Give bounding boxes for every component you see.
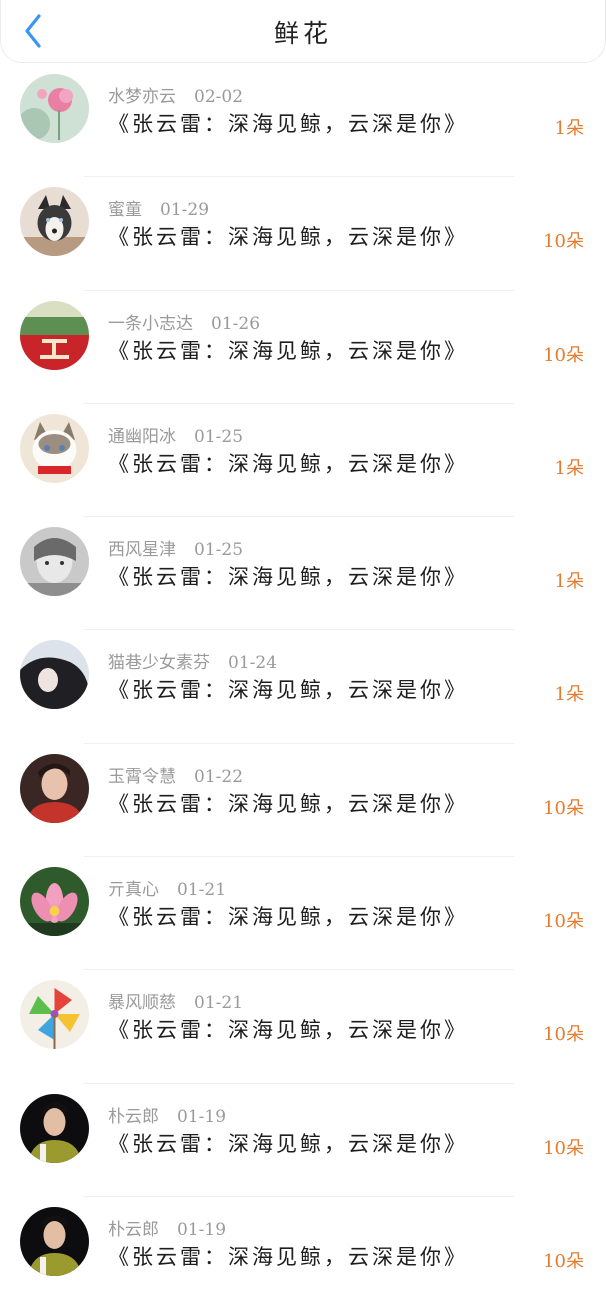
send-date: 01-25: [194, 540, 244, 561]
send-date: 01-21: [194, 993, 244, 1014]
list-item[interactable]: 暴风顺慈 01-21 《张云雷：深海见鲸，云深是你》 10朵: [0, 970, 606, 1084]
list-item[interactable]: 玉霄令慧 01-22 《张云雷：深海见鲸，云深是你》 10朵: [0, 744, 606, 858]
avatar[interactable]: [20, 980, 89, 1050]
work-title: 《张云雷：深海见鲸，云深是你》: [108, 225, 468, 250]
avatar[interactable]: [20, 1093, 89, 1163]
sender-name: 朴云郎: [108, 1219, 159, 1240]
work-title: 《张云雷：深海见鲸，云深是你》: [108, 1244, 468, 1269]
flower-count: 1朵: [554, 571, 584, 593]
list-item[interactable]: 猫巷少女素芬 01-24 《张云雷：深海见鲸，云深是你》 1朵: [0, 630, 606, 744]
flower-count: 1朵: [554, 118, 584, 139]
page-title: 鲜花: [273, 19, 332, 48]
avatar[interactable]: [20, 1206, 89, 1276]
list-item[interactable]: 通幽阳冰 01-25 《张云雷：深海见鲸，云深是你》 1朵: [0, 404, 606, 518]
avatar[interactable]: [20, 300, 89, 370]
work-title: 《张云雷：深海见鲸，云深是你》: [108, 112, 468, 136]
send-date: 01-19: [177, 1219, 227, 1240]
work-title: 《张云雷：深海见鲸，云深是你》: [108, 451, 468, 476]
work-title: 《张云雷：深海见鲸，云深是你》: [108, 1018, 468, 1043]
work-title: 《张云雷：深海见鲸，云深是你》: [108, 565, 468, 590]
send-date: 01-26: [211, 313, 261, 334]
sender-name: 通幽阳冰: [108, 426, 176, 447]
sender-line: 朴云郎 01-19: [108, 1215, 226, 1240]
work-title: 《张云雷：深海见鲸，云深是你》: [108, 791, 468, 816]
send-date: 01-21: [177, 880, 227, 901]
flower-count: 10朵: [543, 1250, 584, 1272]
list-item[interactable]: 蜜童 01-29 《张云雷：深海见鲸，云深是你》 10朵: [0, 177, 606, 291]
work-title: 《张云雷：深海见鲸，云深是你》: [108, 338, 468, 363]
flower-count: 1朵: [554, 457, 584, 479]
sender-line: 暴风顺慈 01-21: [108, 988, 243, 1013]
sender-line: 亓真心 01-21: [108, 875, 226, 900]
sender-name: 玉霄令慧: [108, 766, 176, 787]
list-item[interactable]: 一条小志达 01-26 《张云雷：深海见鲸，云深是你》 10朵: [0, 291, 606, 404]
work-title: 《张云雷：深海见鲸，云深是你》: [108, 905, 468, 930]
avatar[interactable]: [20, 640, 89, 710]
flower-count: 1朵: [554, 684, 584, 706]
list-item[interactable]: 朴云郎 01-19 《张云雷：深海见鲸，云深是你》 10朵: [0, 1084, 606, 1197]
sender-name: 朴云郎: [108, 1106, 159, 1127]
top-bar: 鲜花: [0, 0, 606, 63]
avatar[interactable]: [20, 187, 89, 257]
send-date: 01-24: [228, 653, 278, 674]
sender-line: 玉霄令慧 01-22: [108, 762, 243, 787]
list-item[interactable]: 水梦亦云 02-02 《张云雷：深海见鲸，云深是你》 1朵: [0, 64, 606, 178]
sender-name: 一条小志达: [108, 313, 193, 334]
flower-gift-list: 水梦亦云 02-02 《张云雷：深海见鲸，云深是你》 1朵 蜜童 01-29 《张云…: [0, 64, 606, 1310]
sender-name: 西风星津: [108, 540, 176, 561]
sender-name: 水梦亦云: [108, 87, 176, 107]
list-item[interactable]: 西风星津 01-25 《张云雷：深海见鲸，云深是你》 1朵: [0, 517, 606, 631]
flower-count: 10朵: [543, 344, 584, 366]
list-item[interactable]: 朴云郎 01-19 《张云雷：深海见鲸，云深是你》 10朵: [0, 1197, 606, 1310]
send-date: 02-02: [194, 87, 244, 107]
avatar[interactable]: [20, 753, 89, 823]
flower-count: 10朵: [543, 1024, 584, 1046]
avatar[interactable]: [20, 527, 89, 597]
sender-line: 朴云郎 01-19: [108, 1102, 226, 1127]
sender-line: 通幽阳冰 01-25: [108, 422, 243, 447]
flower-count: 10朵: [543, 797, 584, 819]
sender-name: 亓真心: [108, 880, 159, 901]
avatar[interactable]: [20, 74, 89, 143]
sender-name: 猫巷少女素芬: [108, 653, 210, 674]
list-item[interactable]: 亓真心 01-21 《张云雷：深海见鲸，云深是你》 10朵: [0, 857, 606, 971]
flower-count: 10朵: [543, 1137, 584, 1159]
work-title: 《张云雷：深海见鲸，云深是你》: [108, 678, 468, 703]
sender-name: 蜜童: [108, 200, 142, 221]
send-date: 01-25: [194, 426, 244, 447]
work-title: 《张云雷：深海见鲸，云深是你》: [108, 1131, 468, 1156]
sender-line: 西风星津 01-25: [108, 535, 243, 560]
avatar[interactable]: [20, 867, 89, 937]
send-date: 01-29: [160, 200, 210, 221]
sender-line: 猫巷少女素芬 01-24: [108, 648, 277, 673]
send-date: 01-19: [177, 1106, 227, 1127]
flower-count: 10朵: [543, 911, 584, 933]
sender-line: 蜜童 01-29: [108, 195, 209, 220]
sender-line: 一条小志达 01-26: [108, 309, 260, 334]
flower-count: 10朵: [543, 231, 584, 253]
avatar[interactable]: [20, 413, 89, 483]
sender-name: 暴风顺慈: [108, 993, 176, 1014]
send-date: 01-22: [194, 766, 244, 787]
sender-line: 水梦亦云 02-02: [108, 82, 243, 107]
